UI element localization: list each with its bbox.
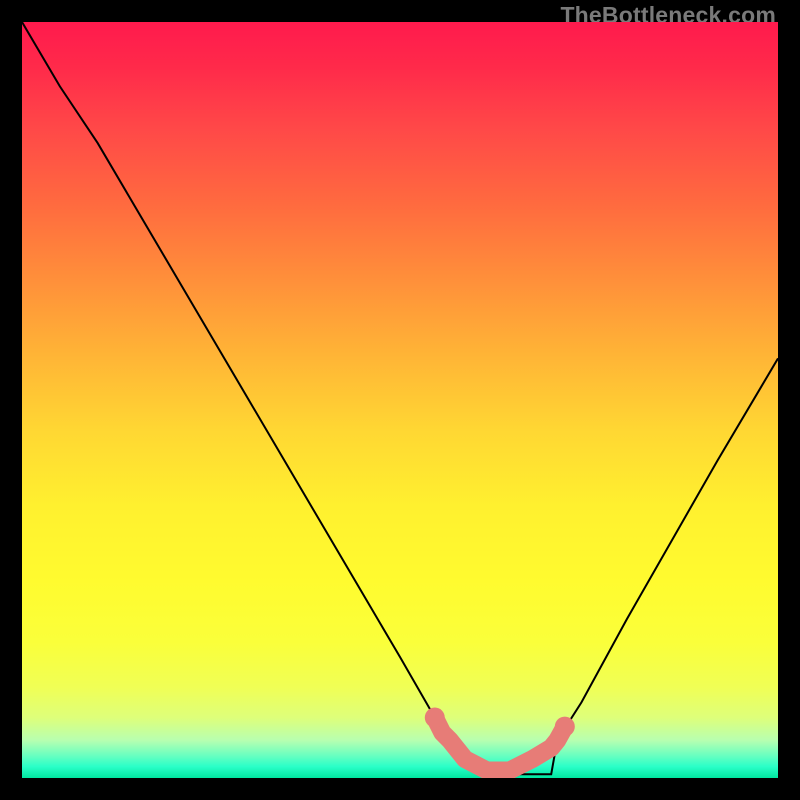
chart-container [22, 22, 778, 778]
chart-svg [22, 22, 778, 778]
salmon-band [425, 708, 575, 771]
plot-area [22, 22, 778, 778]
black-curve-line [22, 22, 778, 774]
